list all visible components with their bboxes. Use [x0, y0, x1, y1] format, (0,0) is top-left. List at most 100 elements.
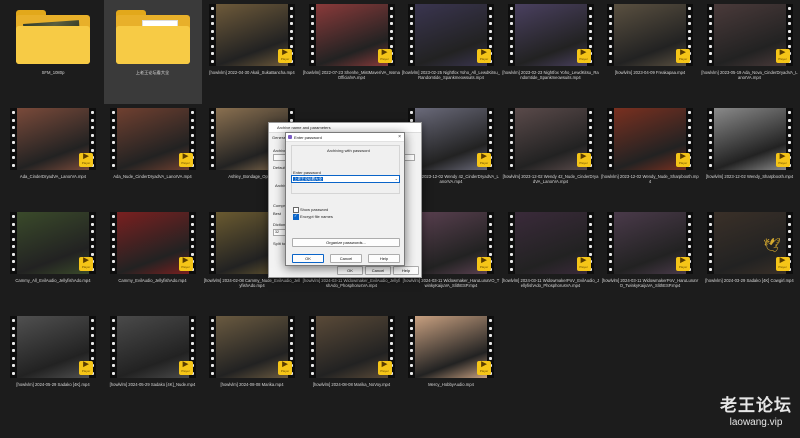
player-badge-icon: ▶Player [775, 49, 790, 63]
archive-help-button[interactable]: Help [393, 266, 419, 275]
compression-best: Best [273, 211, 282, 216]
video-file-item[interactable]: ▶ Player [howlvlm] 2023-04-09 Freakapaa.mp… [601, 0, 699, 104]
chevron-down-icon[interactable]: ⌄ [395, 176, 398, 181]
file-name-label: [howlvlm] 2024-05-29 Sadako [4K].mp4 [16, 382, 90, 387]
file-name-label: Cammy_All_EvilAudio_JellyfishAdo.mp4 [15, 278, 91, 283]
video-thumbnail: ▶Player [10, 316, 96, 378]
password-value: 上老王论坛看大全 [293, 177, 323, 181]
video-thumbnail: ▶Player [408, 4, 494, 66]
player-badge-icon: ▶Player [278, 49, 292, 63]
video-file-item[interactable]: ▶ Player Ada_Nude_CinderDryadVA_LanorVA.mp… [104, 104, 202, 208]
file-name-label: Ada_CinderDryadVA_LanorVA.mp4 [19, 174, 87, 179]
file-name-label: [howlvlm] 2023-12-02 Wendy_Sharpbooth.mp… [705, 174, 794, 179]
video-file-item[interactable]: ▶ Player Cammy_EvilAudio_JellyfishAdo.mp4 [104, 208, 202, 312]
encrypt-file-names-checkbox[interactable] [293, 213, 299, 220]
player-badge-icon: ▶Player [477, 49, 491, 63]
bird-logo-icon: 🕊 [763, 237, 781, 253]
player-badge-icon: ▶Player [576, 153, 591, 167]
archive-cancel-button[interactable]: Cancel [365, 266, 391, 275]
video-file-item[interactable]: ▶ Player [howlvlm] 2024-05-29 Sadako [4K].… [4, 312, 102, 416]
file-name-label: [howlvlm] 2024-02-08 Cammy_Nude_EvilAudi… [203, 278, 301, 288]
player-badge-icon: ▶Player [775, 257, 790, 271]
password-cancel-button[interactable]: Cancel [330, 254, 362, 263]
video-thumbnail: ▶Player [308, 316, 395, 378]
video-thumbnail: ▶Player [607, 108, 693, 170]
video-thumbnail: ▶Player [507, 212, 594, 274]
player-badge-icon: ▶Player [178, 257, 193, 271]
file-name-label: [howlvlm] 2023-04-09 Freakapaa.mp4 [614, 70, 686, 75]
watermark: 老王论坛 laowang.vip [720, 391, 792, 428]
video-file-item[interactable]: ▶ Player [howlvlm] 2024-03-11 WidowmakerPo… [502, 208, 600, 312]
player-badge-icon: ▶Player [676, 49, 690, 63]
password-help-button[interactable]: Help [368, 254, 400, 263]
video-file-item[interactable]: ▶ Player [howlvlm] 2023-05-19 Ada_Nova_Cin… [701, 0, 799, 104]
player-badge-icon: ▶Player [477, 257, 491, 271]
video-thumbnail: ▶Player [308, 4, 395, 66]
file-name-label: [howlvlm] 2024-03-11 Widowmaker_HaruLuna… [402, 278, 500, 288]
encrypt-file-names-label: Encrypt file names [300, 214, 333, 219]
close-icon[interactable]: × [398, 134, 401, 140]
file-name-label: [howlvlm] 2024-03-11 Widowmaker_EvilAudi… [302, 278, 401, 288]
player-badge-icon: ▶Player [477, 361, 491, 375]
archive-ok-button[interactable]: OK [337, 266, 363, 275]
video-thumbnail: ▶Player [10, 212, 96, 274]
video-file-item[interactable]: ▶ Player [howlvlm] 2024-03-29 Sadako [4K] … [701, 208, 799, 312]
player-badge-icon: ▶Player [576, 257, 591, 271]
file-name-label: [howlvlm] 2024-08-08 Marika_NoVoy.mp4 [312, 382, 391, 387]
file-name-label: Mercy_HobbyAudio.mp4 [428, 382, 474, 387]
player-badge-icon: ▶Player [79, 361, 93, 375]
folder-icon [115, 10, 190, 64]
video-file-item[interactable]: ▶ Player [howlvlm] 2023-12-02 Wendy_Sharpb… [701, 104, 799, 208]
password-dialog-titlebar[interactable]: Enter password × [286, 133, 404, 142]
video-thumbnail: ▶Player [209, 316, 295, 378]
archive-dialog-title: Archive name and parameters [277, 125, 331, 130]
video-file-item[interactable]: ▶ Player [howlvlm] 2023-02-23 Nightfox Yoh… [502, 0, 600, 104]
video-thumbnail: ▶Player [706, 108, 793, 170]
player-badge-icon: ▶Player [676, 153, 690, 167]
file-name-label: [howlvlm] 2023-02-23 Nightfox Yoho_LewdK… [502, 70, 599, 80]
file-name-label: SFM_1080p [41, 70, 65, 75]
player-badge-icon: ▶Player [576, 49, 591, 63]
video-thumbnail: ▶Player [607, 4, 693, 66]
file-name-label: [howlvlm] 2023-05-19 Ada_Nova_CinderDrya… [701, 70, 798, 80]
password-ok-button[interactable]: OK [292, 254, 324, 263]
video-file-item[interactable]: ▶ Player [howlvlm] 2022-07-23 Shenhe_MistM… [303, 0, 401, 104]
video-file-item[interactable]: ▶ Player [howlvlm] 2024-08-08 Marika.mp4 [203, 312, 301, 416]
video-file-item[interactable]: ▶ Player Ada_CinderDryadVA_LanorVA.mp4 [4, 104, 102, 208]
file-name-label: [howlvlm] 2024-08-08 Marika.mp4 [220, 382, 284, 387]
file-name-label: Ada_Nude_CinderDryadVA_LanorVA.mp4 [113, 174, 192, 179]
video-thumbnail: ▶Player [109, 108, 196, 170]
folder-item[interactable]: 上老王论坛看大全 [103, 0, 202, 104]
video-file-item[interactable]: ▶ Player Mercy_HobbyAudio.mp4 [402, 312, 500, 416]
video-file-item[interactable]: ▶ Player [howlvlm] 2023-12-02 Wendy 42_Nud… [502, 104, 600, 208]
file-name-label: [howlvlm] 2022-04-30 Akali_SukaBancha.mp… [209, 70, 295, 75]
video-thumbnail: ▶Player [607, 212, 693, 274]
player-badge-icon: ▶Player [79, 257, 93, 271]
video-file-item[interactable]: ▶ Player [howlvlm] 2023-12-02 Wendy_Nude_S… [601, 104, 699, 208]
password-input[interactable]: 上老王论坛看大全 ⌄ [291, 175, 400, 183]
file-name-label: [howlvlm] 2024-03-29 Sadako [4K] Cowgirl… [705, 278, 794, 283]
folder-icon [16, 10, 90, 64]
video-file-item[interactable]: ▶ Player [howlvlm] 2023-02-25 Nightfox Yoh… [402, 0, 500, 104]
folder-item[interactable]: SFM_1080p [4, 0, 102, 104]
split-label: Split to [273, 241, 286, 246]
player-badge-icon: ▶Player [377, 361, 392, 375]
video-file-item[interactable]: ▶ Player [howlvlm] 2022-04-30 Akali_SukaBa… [203, 0, 301, 104]
video-thumbnail: ▶Player [109, 316, 196, 378]
watermark-url: laowang.vip [729, 417, 783, 428]
video-file-item[interactable]: ▶ Player Cammy_All_EvilAudio_JellyfishAdo.… [4, 208, 102, 312]
video-file-item[interactable]: ▶ Player [howlvlm] 2024-05-29 Sadako [4K]_… [104, 312, 202, 416]
password-dialog-title: Enter password [294, 135, 322, 140]
organize-passwords-button[interactable]: Organize passwords... [292, 238, 400, 247]
winrar-icon [288, 135, 292, 139]
video-file-item[interactable]: ▶ Player [howlvlm] 2024-08-08 Marika_NoVoy… [303, 312, 401, 416]
video-file-item[interactable]: ▶ Player [howlvlm] 2024-03-11 WidowmakerPo… [601, 208, 699, 312]
player-badge-icon: ▶Player [676, 257, 690, 271]
file-name-label: [howlvlm] 2023-12-02 Wendy 42_Nude_Cinde… [502, 174, 599, 184]
file-name-label: [howlvlm] 2024-05-29 Sadako [4K]_Nude.mp… [109, 382, 196, 387]
video-thumbnail: ▶Player [10, 108, 96, 170]
player-badge-icon: ▶Player [775, 153, 790, 167]
player-badge-icon: ▶Player [79, 153, 93, 167]
video-thumbnail: ▶Player [507, 4, 594, 66]
file-name-label: 上老王论坛看大全 [135, 70, 170, 75]
